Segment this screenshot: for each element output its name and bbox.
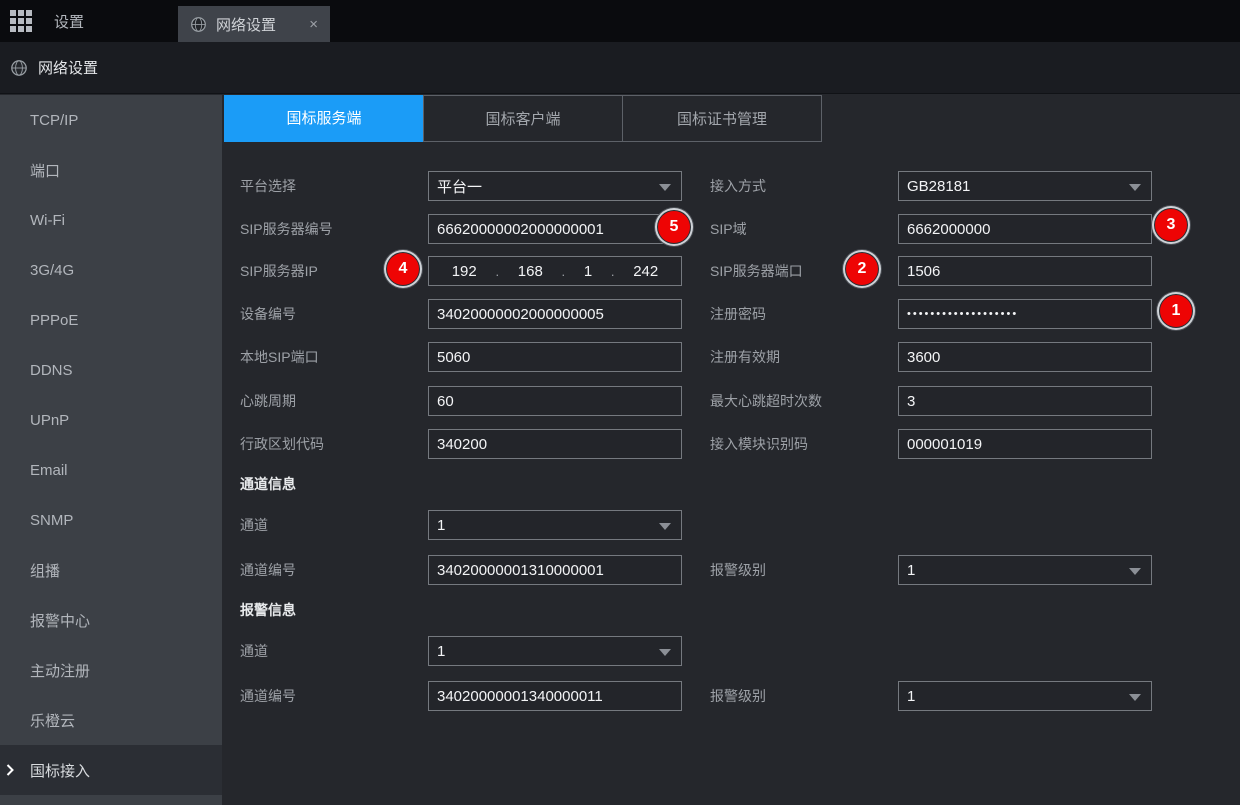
sip-server-id-label: SIP服务器编号 [240, 214, 333, 244]
settings-menu-label[interactable]: 设置 [54, 11, 84, 32]
access-mode-select[interactable]: GB28181 [898, 171, 1152, 201]
alarm-level-select[interactable]: 1 [898, 555, 1152, 585]
alarm-channel-label: 通道 [240, 636, 268, 666]
chevron-down-icon [1129, 694, 1141, 701]
sidebar-item-gb28181[interactable]: 国标接入 [0, 745, 222, 795]
callout-badge-3: 3 [1155, 209, 1187, 241]
sip-server-ip-input[interactable]: 192 . 168 . 1 . 242 [428, 256, 682, 286]
access-mode-label: 接入方式 [710, 171, 766, 201]
window-tab-label: 网络设置 [216, 14, 276, 35]
heartbeat-period-label: 心跳周期 [240, 386, 296, 416]
access-module-id-input[interactable] [898, 429, 1152, 459]
chevron-down-icon [659, 184, 671, 191]
alarm-level-label: 报警级别 [710, 555, 766, 585]
sip-server-ip-label: SIP服务器IP [240, 256, 318, 286]
globe-icon [10, 59, 28, 77]
register-password-label: 注册密码 [710, 299, 766, 329]
local-sip-port-label: 本地SIP端口 [240, 342, 319, 372]
callout-badge-4: 4 [387, 253, 419, 285]
tab-gb-cert-management[interactable]: 国标证书管理 [622, 95, 822, 142]
heartbeat-period-input[interactable] [428, 386, 682, 416]
device-id-input[interactable] [428, 299, 682, 329]
sip-server-id-input[interactable] [428, 214, 682, 244]
platform-label: 平台选择 [240, 171, 296, 201]
sip-domain-input[interactable] [898, 214, 1152, 244]
callout-badge-5: 5 [658, 211, 690, 243]
alarm-channel-select[interactable]: 1 [428, 636, 682, 666]
sip-server-port-input[interactable] [898, 256, 1152, 286]
tab-gb-server[interactable]: 国标服务端 [224, 95, 424, 142]
sidebar-item-tcpip[interactable]: TCP/IP [0, 95, 222, 145]
sip-server-port-label: SIP服务器端口 [710, 256, 803, 286]
sidebar-item-upnp[interactable]: UPnP [0, 395, 222, 445]
tab-gb-client[interactable]: 国标客户端 [423, 95, 623, 142]
page-title: 网络设置 [38, 57, 98, 78]
main-menu-button[interactable]: 设置 [10, 0, 84, 42]
callout-badge-1: 1 [1160, 295, 1192, 327]
alarm-info-section-title: 报警信息 [240, 597, 296, 623]
admin-region-code-input[interactable] [428, 429, 682, 459]
close-icon[interactable]: × [309, 16, 318, 33]
page-header: 网络设置 [0, 42, 1240, 94]
channel-info-section-title: 通道信息 [240, 471, 296, 497]
alarm-level2-label: 报警级别 [710, 681, 766, 711]
chevron-down-icon [659, 649, 671, 656]
register-password-input[interactable] [898, 299, 1152, 329]
alarm-channel-id-input[interactable] [428, 681, 682, 711]
app-window: 设置 网络设置 × 网络设置 TCP/IP 端口 Wi-Fi 3G/4G PPP… [0, 0, 1240, 805]
channel-id-input[interactable] [428, 555, 682, 585]
channel-id-label: 通道编号 [240, 555, 296, 585]
globe-icon [190, 16, 207, 33]
access-module-id-label: 接入模块识别码 [710, 429, 808, 459]
channel-select[interactable]: 1 [428, 510, 682, 540]
sip-domain-label: SIP域 [710, 214, 747, 244]
main-content: 国标服务端 国标客户端 国标证书管理 平台选择 平台一 接入方式 GB28181… [222, 95, 1240, 805]
sidebar-item-multicast[interactable]: 组播 [0, 545, 222, 595]
max-heartbeat-timeouts-input[interactable] [898, 386, 1152, 416]
channel-label: 通道 [240, 510, 268, 540]
top-bar: 设置 网络设置 × [0, 0, 1240, 42]
sidebar-item-easy4ip[interactable]: 乐橙云 [0, 695, 222, 745]
register-validity-label: 注册有效期 [710, 342, 780, 372]
chevron-down-icon [1129, 568, 1141, 575]
admin-region-code-label: 行政区划代码 [240, 429, 324, 459]
platform-select[interactable]: 平台一 [428, 171, 682, 201]
chevron-right-icon [6, 764, 14, 776]
sidebar-item-wifi[interactable]: Wi-Fi [0, 195, 222, 245]
max-heartbeat-timeouts-label: 最大心跳超时次数 [710, 386, 822, 416]
alarm-level2-select[interactable]: 1 [898, 681, 1152, 711]
sidebar-item-alarm-center[interactable]: 报警中心 [0, 595, 222, 645]
callout-badge-2: 2 [846, 253, 878, 285]
local-sip-port-input[interactable] [428, 342, 682, 372]
grid-menu-icon [10, 10, 32, 32]
device-id-label: 设备编号 [240, 299, 296, 329]
sidebar-item-3g4g[interactable]: 3G/4G [0, 245, 222, 295]
tab-network-settings-window[interactable]: 网络设置 × [178, 6, 330, 42]
sidebar-item-pppoe[interactable]: PPPoE [0, 295, 222, 345]
chevron-down-icon [1129, 184, 1141, 191]
sidebar-item-ddns[interactable]: DDNS [0, 345, 222, 395]
sidebar-item-port[interactable]: 端口 [0, 145, 222, 195]
sidebar-item-snmp[interactable]: SNMP [0, 495, 222, 545]
alarm-channel-id-label: 通道编号 [240, 681, 296, 711]
sidebar-item-email[interactable]: Email [0, 445, 222, 495]
content-tabs: 国标服务端 国标客户端 国标证书管理 [224, 95, 822, 142]
register-validity-input[interactable] [898, 342, 1152, 372]
sidebar: TCP/IP 端口 Wi-Fi 3G/4G PPPoE DDNS UPnP Em… [0, 95, 222, 805]
sidebar-item-auto-register[interactable]: 主动注册 [0, 645, 222, 695]
chevron-down-icon [659, 523, 671, 530]
